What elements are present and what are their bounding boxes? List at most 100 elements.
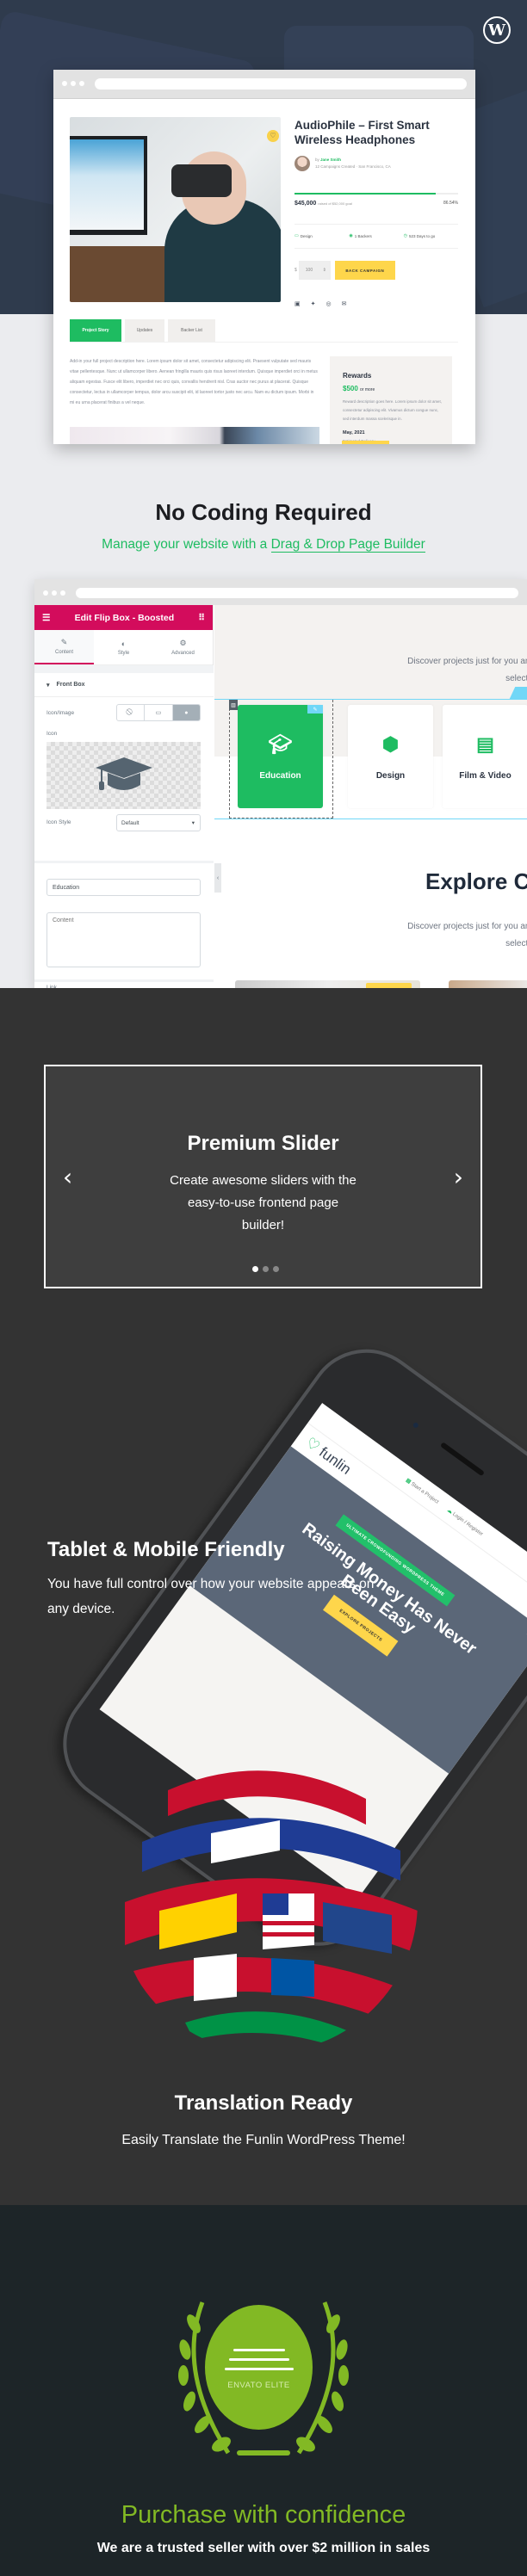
heart-icon[interactable]: ♡ — [267, 130, 279, 142]
title-input[interactable]: Education — [46, 879, 201, 896]
discover-text: Discover projects just for you and select… — [407, 657, 527, 683]
front-box-group: ▾Front Box Icon/Image ⃠ ▭ ● Icon Icon St… — [34, 673, 214, 861]
slider-prev-arrow-icon[interactable]: ‹ — [63, 1163, 72, 1191]
icon-style-select[interactable]: Default ▾ — [116, 814, 201, 831]
slider-next-arrow-icon[interactable]: › — [454, 1163, 463, 1191]
project-thumbnail[interactable] — [449, 980, 527, 988]
design-icon: ⬢ — [381, 732, 400, 755]
front-box-section-toggle[interactable]: ▾ Front Box — [34, 673, 214, 697]
page-builder-link[interactable]: Drag & Drop Page Builder — [270, 537, 425, 553]
address-bar[interactable] — [76, 588, 518, 598]
tab-project-story[interactable]: Project Story — [70, 319, 121, 342]
pledge-form: $ 100 ⇕ BACK CAMPAIGN — [294, 261, 395, 280]
clock-icon: ◷ — [403, 233, 408, 238]
folder-icon: ▭ — [294, 233, 299, 238]
project-thumbnail[interactable] — [235, 980, 420, 988]
graduation-cap-icon: 🎓︎ — [268, 732, 293, 755]
editor-tabs: ✎ Content ◐ Style ⚙ Advanced — [34, 630, 213, 665]
slider-dot[interactable] — [273, 1266, 279, 1272]
icon-image-label: Icon/Image — [46, 710, 75, 716]
tab-backer-list[interactable]: Backer List — [168, 319, 215, 342]
no-coding-title: No Coding Required — [155, 499, 372, 525]
contrast-icon: ◐ — [121, 639, 127, 648]
editor-panel: ☰ Edit Flip Box - Boosted ⠿ ✎ Content ◐ St… — [34, 605, 214, 988]
avatar — [294, 156, 310, 171]
hamburger-menu-icon[interactable]: ☰ — [42, 613, 50, 623]
purchase-title: Purchase with confidence — [121, 2501, 406, 2529]
premium-slider: Premium Slider Create awesome sliders wi… — [44, 1065, 482, 1288]
gear-icon: ⚙ — [179, 639, 187, 647]
edit-widget-icon[interactable]: ✎ — [307, 705, 323, 713]
collapse-panel-button[interactable]: ‹ — [214, 863, 221, 893]
browser-chrome — [34, 579, 527, 605]
chevron-down-icon: ▾ — [191, 820, 195, 826]
icon-label: Icon — [46, 731, 58, 737]
mobile-text: You have full control over how your webs… — [47, 1577, 375, 1616]
slider-dot[interactable] — [263, 1266, 269, 1272]
image-option-icon[interactable]: ▭ — [145, 705, 173, 720]
address-bar[interactable] — [95, 78, 467, 90]
back-campaign-button[interactable]: BACK CAMPAIGN — [334, 261, 395, 280]
tab-content[interactable]: ✎ Content — [34, 630, 94, 664]
discover-text: Discover projects just for you and select… — [407, 922, 527, 948]
widgets-grid-icon[interactable]: ⠿ — [198, 613, 205, 623]
desk-illustration — [70, 246, 173, 302]
vr-headset-illustration — [171, 164, 232, 197]
slider-dot[interactable] — [252, 1266, 258, 1272]
content-textarea[interactable] — [46, 912, 201, 967]
reward-date: May, 2021 — [343, 430, 365, 436]
mobile-title: Tablet & Mobile Friendly — [47, 1538, 285, 1561]
campaign-tabs: Project Story Updates Backer List — [70, 319, 215, 342]
facebook-icon[interactable]: ▣ — [294, 300, 301, 307]
icon-option-icon[interactable]: ● — [172, 705, 200, 720]
campaign-image: ♡ — [70, 117, 281, 302]
reward-description: Reward description goes here. Lorem ipsu… — [343, 399, 442, 421]
flag-band — [168, 1770, 366, 1825]
author-meta: 12 Campaigns Created · San Francisco, CA — [315, 164, 391, 169]
divider — [70, 342, 458, 343]
twitter-icon[interactable]: ✦ — [311, 300, 316, 307]
tab-advanced[interactable]: ⚙ Advanced — [153, 630, 213, 664]
project-story-text: Add-in your full project description her… — [70, 359, 318, 405]
author-name-link[interactable]: Jane Smith — [320, 158, 341, 162]
select-reward-button[interactable] — [342, 441, 389, 444]
slider-title: Premium Slider — [187, 1132, 339, 1155]
translation-text: Easily Translate the Funlin WordPress Th… — [121, 2133, 406, 2147]
user-icon: ◉ — [349, 233, 353, 238]
icon-image-chooser: ⃠ ▭ ● — [116, 704, 201, 721]
content-fields-group: Education — [34, 863, 214, 979]
wordpress-logo-icon: W — [483, 16, 511, 44]
no-coding-subtitle: Manage your website with a Drag & Drop P… — [102, 537, 425, 553]
rewards-title: Rewards — [343, 372, 372, 380]
tab-style[interactable]: ◐ Style — [94, 630, 153, 664]
link-group: Link — [34, 982, 214, 988]
column-handle-icon[interactable]: ▥ — [229, 700, 238, 710]
divider — [294, 224, 458, 225]
category-card-film-video[interactable]: ▤ Film & Video — [443, 705, 527, 808]
category-card-design[interactable]: ⬢ Design — [348, 705, 433, 808]
pledge-amount-input[interactable]: 100 ⇕ — [298, 261, 331, 280]
funded-percent: 86.54% — [443, 201, 458, 206]
flag-band — [185, 2011, 349, 2048]
caret-down-icon: ▾ — [46, 682, 50, 689]
tab-updates[interactable]: Updates — [125, 319, 164, 342]
phone-camera — [412, 1421, 419, 1430]
explore-heading: Explore C — [425, 868, 527, 894]
category-card-education[interactable]: 🎓︎ Education — [238, 705, 323, 808]
campaign-author: by Jane Smith 12 Campaigns Created · San… — [294, 156, 391, 171]
category-link[interactable]: Design — [301, 234, 313, 238]
days-left: 523 Days to go — [409, 233, 436, 238]
monitor-illustration — [70, 136, 147, 235]
campaign-title: AudioPhile – First Smart Wireless Headph… — [294, 119, 430, 146]
icon-picker-preview[interactable] — [46, 742, 201, 809]
reddit-icon[interactable]: ◎ — [326, 300, 332, 307]
graduation-cap-icon — [95, 757, 152, 790]
none-option-icon[interactable]: ⃠ — [117, 705, 146, 720]
email-icon[interactable]: ✉ — [342, 300, 347, 307]
window-dots — [62, 81, 84, 86]
envato-elite-badge: ENVATO ELITE — [168, 2294, 359, 2474]
reward-price: $500 or more — [343, 385, 375, 392]
backers-count: 1 Backers — [354, 233, 372, 238]
raised-amount: $45,000 raised of $52,000 goal — [294, 201, 352, 207]
envato-elite-text: ENVATO ELITE — [227, 2380, 290, 2390]
